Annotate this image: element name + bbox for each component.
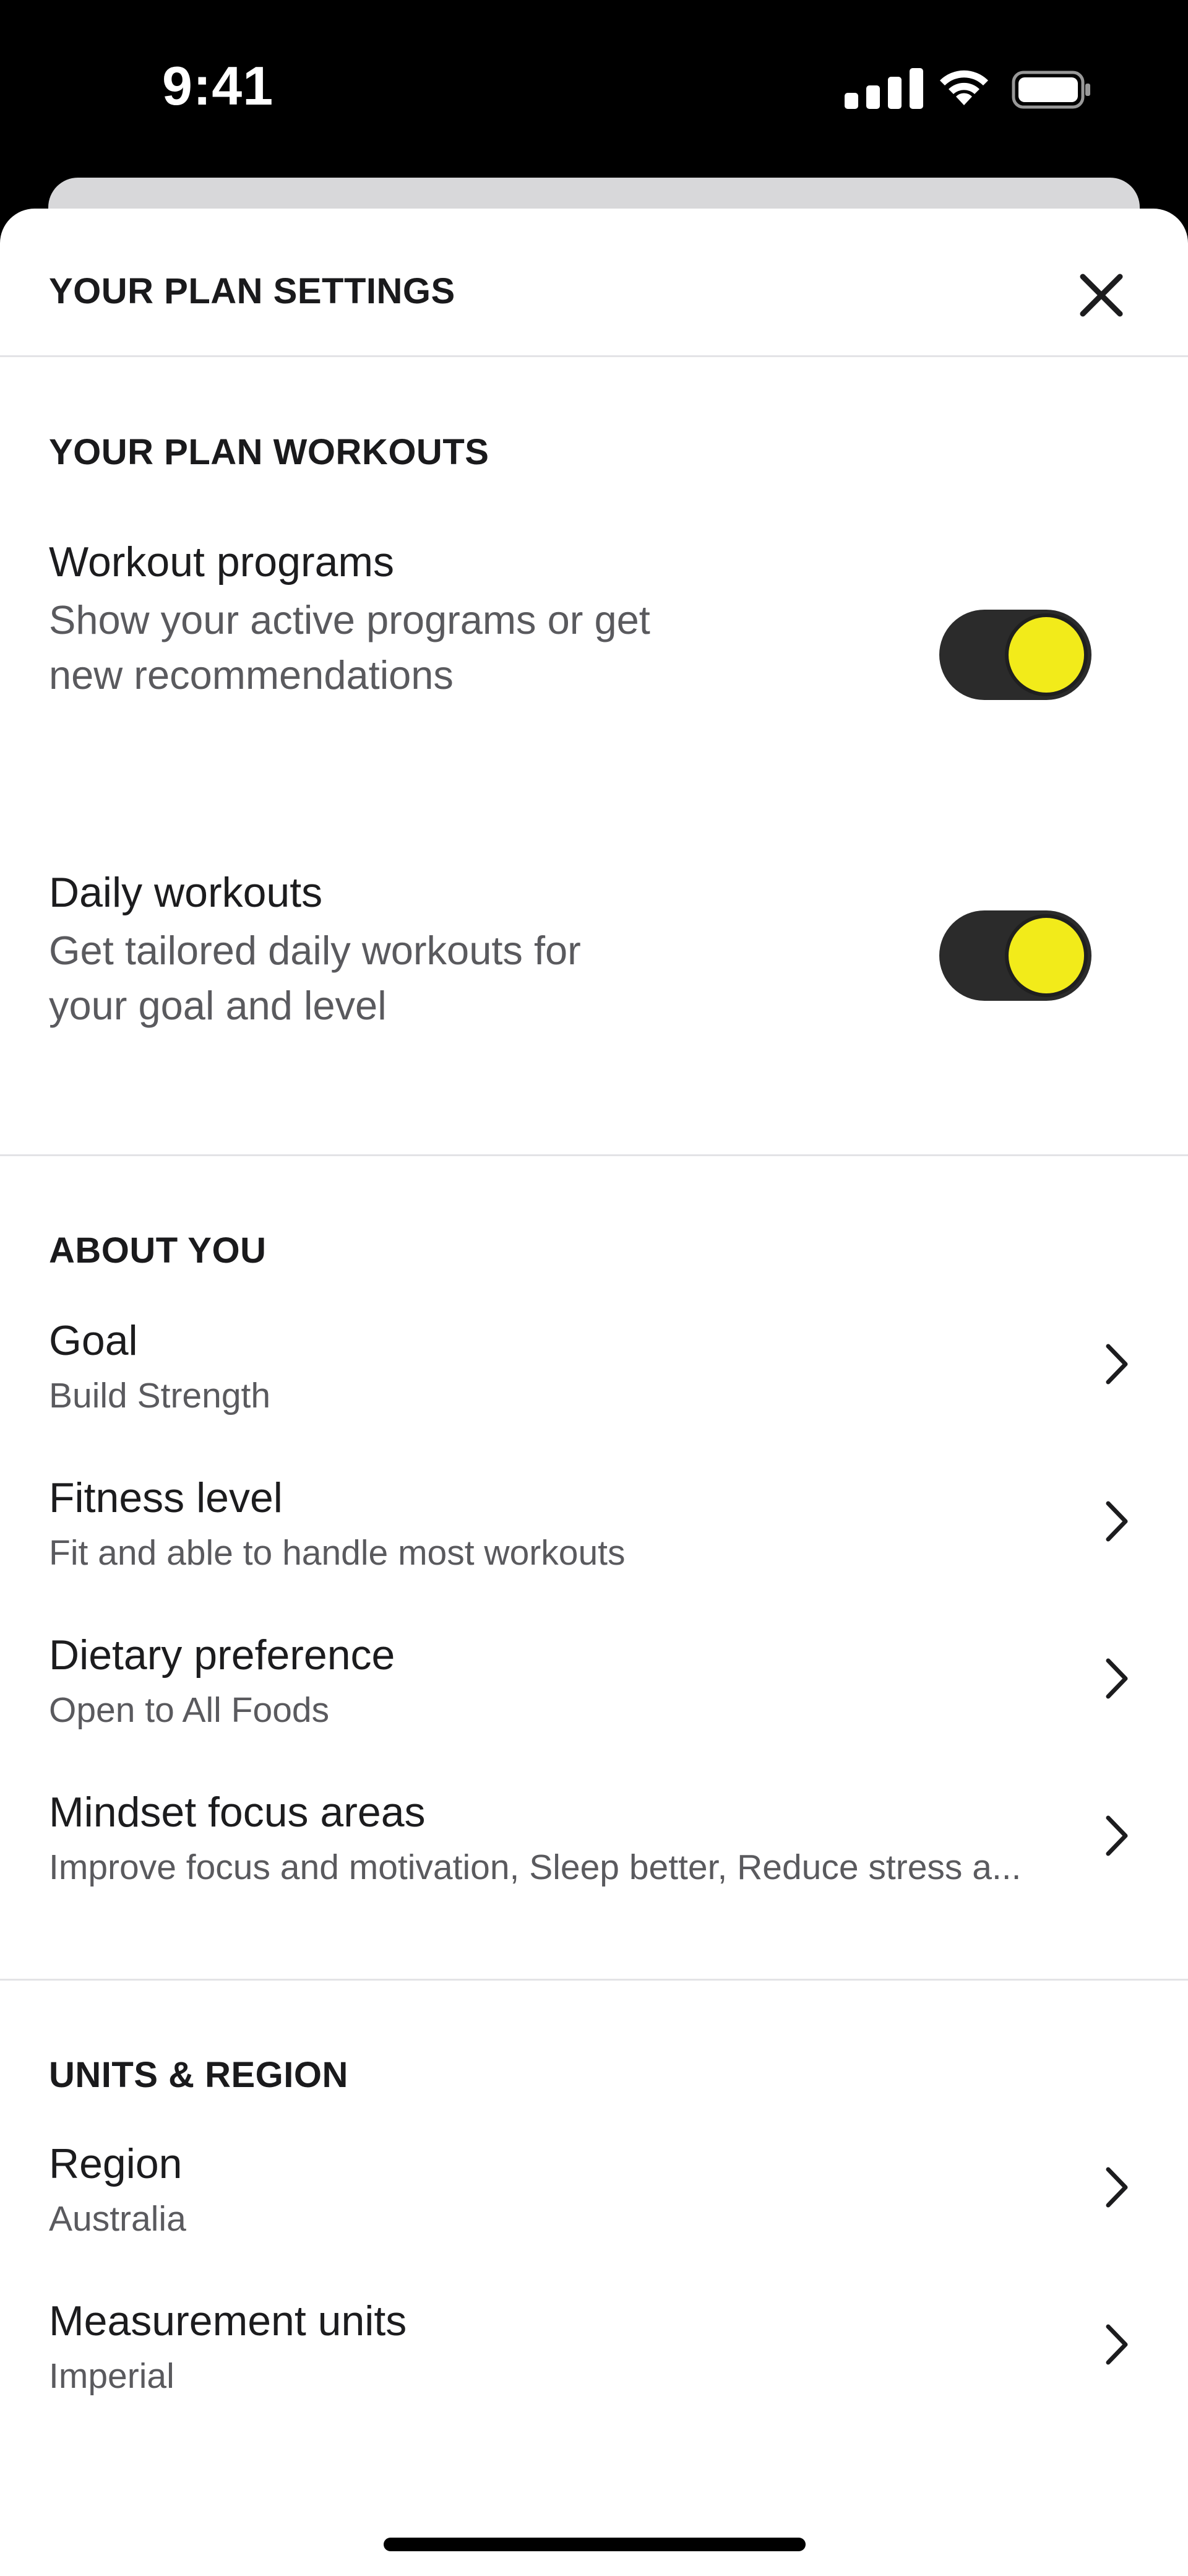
fitness-level-value: Fit and able to handle most workouts: [49, 1533, 626, 1573]
battery-icon: [1012, 71, 1090, 109]
status-bar: 9:41: [0, 0, 1188, 179]
close-icon: [1080, 274, 1123, 317]
chevron-right-icon: [1106, 1658, 1128, 1699]
fitness-level-title: Fitness level: [49, 1474, 283, 1521]
measurement-units-title: Measurement units: [49, 2297, 407, 2345]
dietary-preference-row[interactable]: Dietary preference Open to All Foods: [0, 1631, 1188, 1773]
measurement-units-value: Imperial: [49, 2356, 174, 2396]
goal-value: Build Strength: [49, 1376, 271, 1416]
region-value: Australia: [49, 2199, 186, 2239]
mindset-focus-areas-row[interactable]: Mindset focus areas Improve focus and mo…: [0, 1788, 1188, 1930]
chevron-right-icon: [1106, 1501, 1128, 1542]
fitness-level-row[interactable]: Fitness level Fit and able to handle mos…: [0, 1474, 1188, 1616]
close-button[interactable]: [1070, 264, 1132, 326]
section-heading-units-region: UNITS & REGION: [49, 2055, 348, 2095]
toggle-knob: [1005, 914, 1088, 997]
chevron-right-icon: [1106, 2167, 1128, 2208]
dietary-preference-value: Open to All Foods: [49, 1690, 330, 1730]
wifi-icon: [940, 70, 988, 105]
goal-title: Goal: [49, 1317, 138, 1364]
section-divider: [0, 1154, 1188, 1156]
dietary-preference-title: Dietary preference: [49, 1632, 395, 1679]
region-row[interactable]: Region Australia: [0, 2140, 1188, 2282]
measurement-units-row[interactable]: Measurement units Imperial: [0, 2297, 1188, 2439]
sheet-header: YOUR PLAN SETTINGS: [0, 209, 1188, 357]
section-divider: [0, 1979, 1188, 1981]
plan-settings-sheet: YOUR PLAN SETTINGS YOUR PLAN WORKOUTS Wo…: [0, 209, 1188, 2576]
daily-workouts-toggle[interactable]: [939, 910, 1091, 1001]
chevron-right-icon: [1106, 1815, 1128, 1856]
chevron-right-icon: [1106, 2324, 1128, 2365]
chevron-right-icon: [1106, 1344, 1128, 1385]
section-heading-plan-workouts: YOUR PLAN WORKOUTS: [49, 432, 489, 472]
toggle-knob: [1005, 613, 1088, 696]
section-heading-about-you: ABOUT YOU: [49, 1230, 267, 1271]
home-indicator[interactable]: [384, 2538, 806, 2551]
daily-workouts-description: Get tailored daily workouts for your goa…: [49, 928, 581, 1028]
sheet-title: YOUR PLAN SETTINGS: [49, 271, 455, 311]
mindset-focus-areas-value: Improve focus and motivation, Sleep bett…: [49, 1848, 1022, 1887]
goal-row[interactable]: Goal Build Strength: [0, 1316, 1188, 1459]
mindset-focus-areas-title: Mindset focus areas: [49, 1789, 426, 1836]
workout-programs-title: Workout programs: [49, 538, 395, 586]
workout-programs-description: Show your active programs or get new rec…: [49, 597, 650, 698]
daily-workouts-title: Daily workouts: [49, 869, 323, 916]
status-time: 9:41: [162, 55, 274, 116]
signal-icon: [845, 68, 923, 109]
region-title: Region: [49, 2140, 183, 2187]
workout-programs-toggle[interactable]: [939, 610, 1091, 700]
